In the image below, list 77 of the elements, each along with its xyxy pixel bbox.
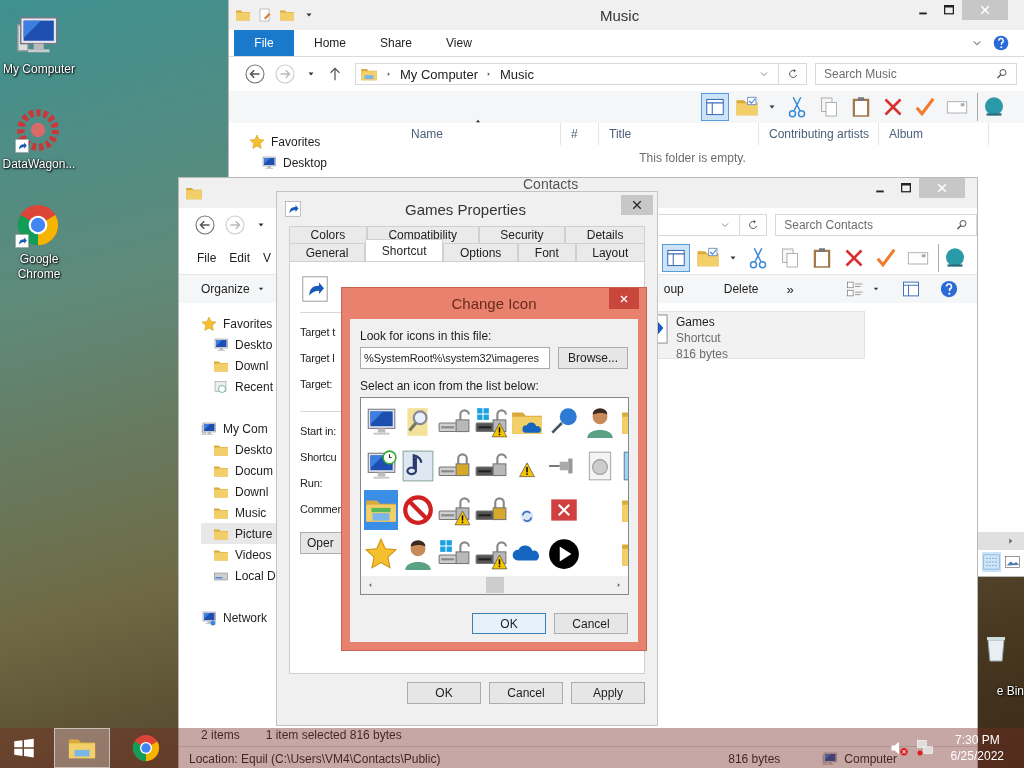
field-label: Shortcu (300, 450, 337, 465)
file-name: Games (676, 314, 716, 330)
item-count: 2 items (201, 728, 240, 742)
dialog-button[interactable]: Cancel (489, 682, 563, 704)
dialog-button[interactable]: Apply (571, 682, 645, 704)
tab[interactable]: Layout (575, 243, 645, 261)
selection-info: 1 item selected 816 bytes (265, 728, 402, 742)
command-button[interactable]: » (786, 281, 794, 297)
nav-item[interactable]: Downl (235, 358, 269, 373)
dialog-button[interactable]: OK (407, 682, 481, 704)
ribbon-tab[interactable]: Share (366, 30, 427, 56)
window-title: Contacts (523, 178, 579, 191)
nav-item[interactable]: Local D (235, 568, 276, 583)
desktop-icon-label[interactable]: DataWagon... (1, 157, 77, 172)
column-header[interactable]: Name (411, 127, 443, 141)
desktop-icon-label[interactable]: My Computer (1, 62, 77, 77)
column-header[interactable]: Album (889, 127, 923, 141)
field-label: Run: (300, 476, 323, 491)
nav-item[interactable]: Favorites (271, 134, 321, 149)
ribbon-tab[interactable]: File (234, 30, 294, 56)
field-label: Look for icons in this file: (360, 329, 493, 343)
address-bar[interactable]: My Computer Music (355, 63, 779, 85)
breadcrumb-item[interactable]: My Computer (400, 66, 479, 82)
nav-item[interactable]: Music (235, 505, 267, 520)
menu-item[interactable]: V (263, 251, 272, 265)
menu-item[interactable]: File (197, 251, 217, 265)
desktop-icon-label[interactable]: e Bin (996, 684, 1024, 699)
breadcrumb-item[interactable]: Music (500, 66, 534, 82)
file-type: Shortcut (676, 330, 722, 346)
file-size: 816 bytes (676, 346, 729, 362)
clock-time[interactable]: 7:30 PM (954, 732, 1000, 748)
nav-item[interactable]: Picture (235, 526, 273, 541)
field-label: Target t (300, 325, 336, 340)
tab[interactable]: Options (443, 243, 519, 261)
field-label: Start in: (300, 424, 337, 439)
size-text: 816 bytes (728, 752, 781, 766)
location-text: Location: Equil (C:\Users\VM4\Contacts\Public) (189, 752, 441, 766)
tab[interactable]: Shortcut (365, 239, 444, 261)
nav-item[interactable]: Favorites (223, 316, 273, 331)
search-field[interactable]: Search Contacts (775, 214, 977, 236)
nav-item[interactable]: Docum (235, 463, 273, 478)
nav-item[interactable]: Network (223, 610, 267, 625)
dialog-title: Change Icon (451, 295, 537, 312)
nav-item[interactable]: My Com (223, 421, 268, 436)
search-field[interactable]: Search Music (815, 63, 1017, 85)
nav-item[interactable]: Desktop (283, 155, 328, 170)
desktop-icon-label[interactable]: Google Chrome (1, 252, 77, 282)
browse-button[interactable]: Browse... (558, 347, 628, 369)
command-button[interactable]: oup (663, 282, 684, 296)
tab[interactable]: Security (478, 226, 566, 243)
field-label: Target: (300, 377, 333, 392)
window-title: Music (600, 6, 640, 24)
nav-item[interactable]: Deskto (235, 337, 273, 352)
zone-text: Computer (844, 752, 897, 766)
empty-message: This folder is empty. (639, 151, 746, 165)
column-header[interactable]: Title (609, 127, 632, 141)
nav-item[interactable]: Recent (235, 379, 274, 394)
nav-item[interactable]: Videos (235, 547, 272, 562)
command-button[interactable]: Delete (723, 282, 759, 296)
dialog-button[interactable]: OK (472, 613, 546, 634)
ribbon-tab[interactable]: View (432, 30, 486, 56)
organize-button[interactable]: Organize (201, 282, 268, 296)
nav-item[interactable]: Deskto (235, 442, 273, 457)
column-header[interactable]: # (571, 127, 578, 141)
tab[interactable]: Font (518, 243, 576, 261)
tab[interactable]: Details (565, 226, 645, 243)
menu-item[interactable]: Edit (229, 251, 251, 265)
tab[interactable]: Colors (289, 226, 367, 243)
nav-item[interactable]: Downl (235, 484, 269, 499)
list-label: Select an icon from the list below: (360, 379, 540, 393)
field-label: Target l (300, 351, 335, 366)
column-header[interactable]: Contributing artists (769, 127, 870, 141)
ribbon-tab[interactable]: Home (300, 30, 360, 56)
file-path-field[interactable]: %SystemRoot%\system32\imageres (360, 347, 550, 369)
dialog-title: Games Properties (405, 200, 526, 218)
dialog-button[interactable]: Cancel (554, 613, 628, 634)
tab[interactable]: General (289, 243, 366, 261)
